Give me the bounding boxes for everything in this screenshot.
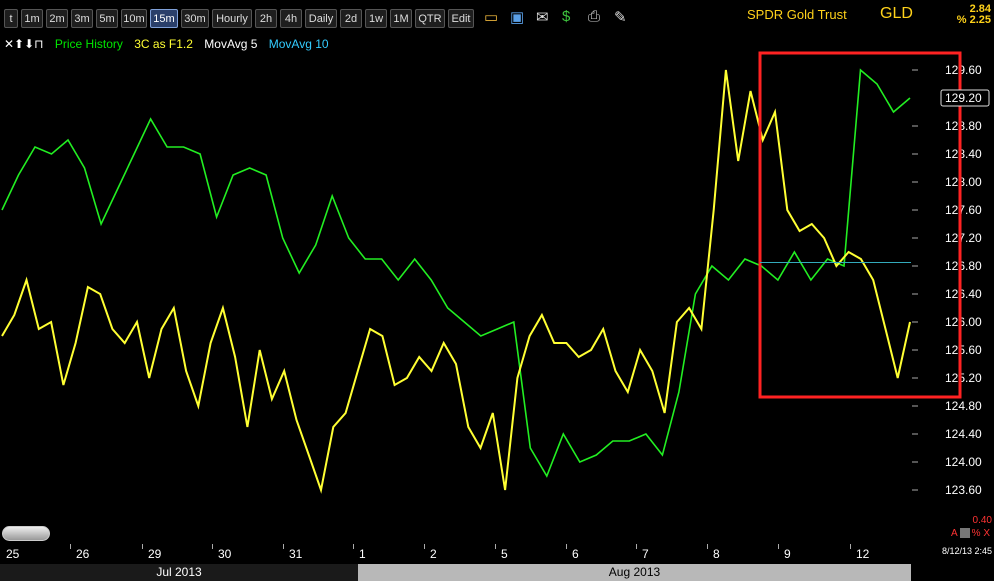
x-tick-label: 29 xyxy=(148,547,162,561)
x-tick-mark xyxy=(212,544,213,549)
interval-button-2h[interactable]: 2h xyxy=(255,9,277,28)
interval-button-2m[interactable]: 2m xyxy=(46,9,68,28)
save-icon[interactable]: ▣ xyxy=(510,8,528,26)
y-tick-label: 124.00 xyxy=(945,455,982,469)
indicator-value: 0.40 xyxy=(972,515,992,526)
symbol-name: SPDR Gold Trust xyxy=(747,7,847,22)
y-tick-label: 126.00 xyxy=(945,315,982,329)
indicator-swatch xyxy=(959,528,970,539)
x-tick-mark xyxy=(566,544,567,549)
three-c-line xyxy=(1,69,911,494)
x-tick-mark xyxy=(707,544,708,549)
x-tick-label: 9 xyxy=(784,547,791,561)
x-tick-label: 31 xyxy=(289,547,303,561)
price-chart[interactable]: 129.60 128.80 128.40 128.00 127.60 127.20 126.… xyxy=(0,34,994,544)
folder-icon[interactable]: ▭ xyxy=(484,8,502,26)
x-tick-mark xyxy=(70,544,71,549)
x-tick-mark xyxy=(495,544,496,549)
x-tick-mark xyxy=(424,544,425,549)
x-tick-label: 30 xyxy=(218,547,232,561)
price-history-line xyxy=(1,68,911,478)
y-tick-label: 128.40 xyxy=(945,147,982,161)
date-axis: 25 26 29 30 31 1 2 5 6 7 8 9 12 xyxy=(0,544,994,564)
dollar-icon[interactable]: $ xyxy=(562,8,580,26)
y-tick-label: 128.80 xyxy=(945,119,982,133)
interval-button-1m[interactable]: 1m xyxy=(21,9,43,28)
y-tick-label: 125.20 xyxy=(945,371,982,385)
y-tick-label: 129.60 xyxy=(945,63,982,77)
interval-button-1m[interactable]: 1M xyxy=(390,9,412,28)
x-tick-label: 12 xyxy=(856,547,870,561)
month-bar: Jul 2013 Aug 2013 xyxy=(0,564,994,581)
x-tick-label: 8 xyxy=(713,547,720,561)
x-tick-mark xyxy=(142,544,143,549)
interval-button-hourly[interactable]: Hourly xyxy=(212,9,252,28)
symbol-ticker: GLD xyxy=(880,5,913,22)
y-tick-label: 128.00 xyxy=(945,175,982,189)
interval-button-edit[interactable]: Edit xyxy=(448,9,474,28)
interval-button-3m[interactable]: 3m xyxy=(71,9,93,28)
x-tick-mark xyxy=(283,544,284,549)
change-percent: % 2.25 xyxy=(956,14,991,26)
interval-button-daily[interactable]: Daily xyxy=(305,9,337,28)
interval-button-2d[interactable]: 2d xyxy=(340,9,362,28)
x-tick-mark xyxy=(850,544,851,549)
x-tick-label: 2 xyxy=(430,547,437,561)
y-tick-label: 127.20 xyxy=(945,231,982,245)
x-tick-label: 26 xyxy=(76,547,90,561)
highlight-box xyxy=(758,51,962,399)
mail-icon[interactable]: ✉ xyxy=(536,8,554,26)
interval-button-15m[interactable]: 15m xyxy=(150,9,178,28)
x-tick-mark xyxy=(778,544,779,549)
x-tick-label: 6 xyxy=(572,547,579,561)
x-tick-mark xyxy=(636,544,637,549)
y-tick-label: 127.60 xyxy=(945,203,982,217)
current-price-label: 129.20 xyxy=(945,91,982,105)
y-tick-label: 124.40 xyxy=(945,427,982,441)
x-tick-mark xyxy=(353,544,354,549)
y-tick-label: 126.80 xyxy=(945,259,982,273)
interval-button-1w[interactable]: 1w xyxy=(365,9,387,28)
interval-button-30m[interactable]: 30m xyxy=(181,9,209,28)
x-tick-label: 25 xyxy=(6,547,20,561)
scroll-thumb[interactable] xyxy=(2,526,50,541)
interval-button-5m[interactable]: 5m xyxy=(96,9,118,28)
interval-button-4h[interactable]: 4h xyxy=(280,9,302,28)
x-tick-label: 5 xyxy=(501,547,508,561)
x-tick-label: 7 xyxy=(642,547,649,561)
print-icon[interactable]: ⎙ xyxy=(588,8,606,26)
indicator-controls[interactable]: A% X xyxy=(951,528,990,539)
y-tick-label: 126.40 xyxy=(945,287,982,301)
interval-button-10m[interactable]: 10m xyxy=(121,9,147,28)
timestamp: 8/12/13 2:45 xyxy=(941,546,992,556)
interval-button-t[interactable]: t xyxy=(4,9,18,28)
y-tick-label: 124.80 xyxy=(945,399,982,413)
pencil-icon[interactable]: ✎ xyxy=(614,8,632,26)
month-label: Aug 2013 xyxy=(358,564,911,581)
x-tick-label: 1 xyxy=(359,547,366,561)
y-tick-label: 123.60 xyxy=(945,483,982,497)
interval-button-qtr[interactable]: QTR xyxy=(415,9,445,28)
toolbar: t 1m 2m 3m 5m 10m 15m 30m Hourly 2h 4h Daily 2d 1w 1M Q… xyxy=(0,0,994,34)
y-tick-label: 125.60 xyxy=(945,343,982,357)
month-label: Jul 2013 xyxy=(0,564,358,581)
